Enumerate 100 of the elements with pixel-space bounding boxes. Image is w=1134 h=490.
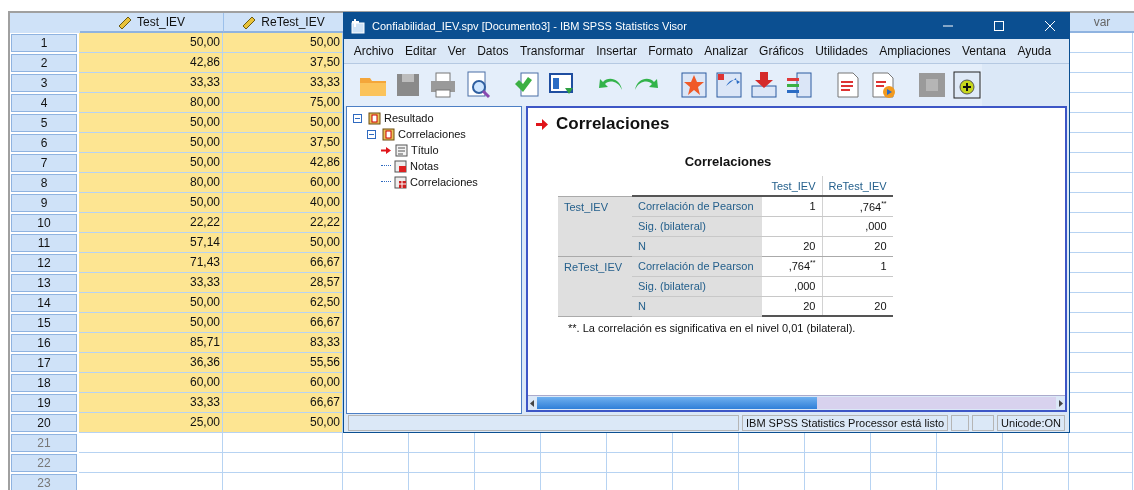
empty-cell[interactable] [223,433,343,453]
empty-cell[interactable] [937,453,1003,473]
row-number[interactable]: 20 [11,414,77,432]
empty-cell[interactable] [673,453,739,473]
empty-cell[interactable] [79,453,223,473]
data-cell[interactable]: 25,00 [79,413,223,433]
data-cell[interactable]: 40,00 [223,193,343,213]
data-cell[interactable]: 22,22 [79,213,223,233]
data-cell[interactable]: 50,00 [223,33,343,53]
data-cell[interactable]: 60,00 [223,173,343,193]
row-number[interactable]: 6 [11,134,77,152]
data-cell[interactable]: 57,14 [79,233,223,253]
data-cell[interactable]: 66,67 [223,393,343,413]
row-number[interactable]: 17 [11,354,77,372]
menu-item[interactable]: Formato [642,44,699,58]
scroll-thumb[interactable] [537,397,817,409]
empty-cell[interactable] [409,453,475,473]
row-number[interactable]: 15 [11,314,77,332]
data-cell[interactable]: 55,56 [223,353,343,373]
data-cell[interactable]: 60,00 [79,373,223,393]
column-header[interactable]: ReTest_IEV [224,13,344,33]
row-number[interactable]: 16 [11,334,77,352]
plus-icon[interactable] [952,70,982,100]
menu-item[interactable]: Utilidades [809,44,874,58]
data-cell[interactable]: 66,67 [223,253,343,273]
menu-item[interactable]: Archivo [348,44,400,58]
empty-cell[interactable] [79,433,223,453]
outline-item[interactable]: Correlaciones [398,128,466,140]
row-number[interactable]: 14 [11,294,77,312]
row-number[interactable]: 9 [11,194,77,212]
data-cell[interactable]: 85,71 [79,333,223,353]
column-header[interactable]: Test_IEV [80,13,224,33]
menu-item[interactable]: Transformar [514,44,591,58]
empty-cell[interactable] [223,453,343,473]
row-number[interactable]: 2 [11,54,77,72]
collapse-icon[interactable] [353,113,362,123]
data-cell[interactable]: 50,00 [79,33,223,53]
data-cell[interactable]: 50,00 [79,293,223,313]
data-cell[interactable]: 80,00 [79,93,223,113]
menu-item[interactable]: Ventana [956,44,1012,58]
data-cell[interactable]: 50,00 [223,413,343,433]
row-number[interactable]: 1 [11,34,77,52]
data-cell[interactable]: 60,00 [223,373,343,393]
menu-item[interactable]: Ampliaciones [873,44,957,58]
empty-cell[interactable] [607,453,673,473]
close-icon[interactable] [1044,20,1056,32]
row-number[interactable]: 19 [11,394,77,412]
empty-cell[interactable] [1069,433,1133,453]
row-number[interactable]: 3 [11,74,77,92]
menu-item[interactable]: Datos [471,44,515,58]
data-cell[interactable]: 66,67 [223,313,343,333]
data-cell[interactable]: 75,00 [223,93,343,113]
menu-item[interactable]: Insertar [590,44,643,58]
data-cell[interactable]: 50,00 [79,313,223,333]
data-cell[interactable]: 50,00 [79,113,223,133]
empty-cell[interactable] [1003,453,1069,473]
menu-item[interactable]: Ayuda [1011,44,1057,58]
corner-cell[interactable] [10,13,80,33]
outline-item[interactable]: Correlaciones [410,176,478,188]
maximize-icon[interactable] [993,20,1005,32]
menu-item[interactable]: Editar [399,44,443,58]
data-cell[interactable]: 33,33 [79,73,223,93]
data-cell[interactable]: 50,00 [79,153,223,173]
row-number[interactable]: 8 [11,174,77,192]
data-cell[interactable]: 22,22 [223,213,343,233]
empty-cell[interactable] [1069,453,1133,473]
data-cell[interactable]: 50,00 [79,133,223,153]
table-icon[interactable] [714,70,745,100]
data-cell[interactable]: 83,33 [223,333,343,353]
row-number[interactable]: 12 [11,254,77,272]
row-number[interactable]: 10 [11,214,77,232]
row-number[interactable]: 13 [11,274,77,292]
data-cell[interactable]: 36,36 [79,353,223,373]
data-cell[interactable]: 62,50 [223,293,343,313]
row-number[interactable]: 23 [11,474,77,490]
data-cell[interactable]: 50,00 [223,113,343,133]
outline-item[interactable]: Resultado [384,112,434,124]
data-cell[interactable]: 42,86 [223,153,343,173]
data-cell[interactable]: 42,86 [79,53,223,73]
data-cell[interactable]: 50,00 [223,233,343,253]
menu-item[interactable]: Ver [442,44,472,58]
empty-cell[interactable] [343,453,409,473]
data-cell[interactable]: 80,00 [79,173,223,193]
empty-cell[interactable] [739,453,805,473]
empty-cell[interactable] [805,453,871,473]
data-cell[interactable]: 33,33 [79,393,223,413]
list-icon[interactable] [784,70,815,100]
data-cell[interactable]: 37,50 [223,133,343,153]
row-number[interactable]: 11 [11,234,77,252]
data-cell[interactable]: 33,33 [79,273,223,293]
data-cell[interactable]: 37,50 [223,53,343,73]
row-number[interactable]: 4 [11,94,77,112]
scrollbar[interactable] [528,395,1065,410]
menu-item[interactable]: Analizar [698,44,754,58]
row-number[interactable]: 7 [11,154,77,172]
data-cell[interactable]: 28,57 [223,273,343,293]
data-cell[interactable]: 50,00 [79,193,223,213]
empty-cell[interactable] [871,453,937,473]
square-icon[interactable] [917,70,947,100]
row-number[interactable]: 22 [11,454,77,472]
